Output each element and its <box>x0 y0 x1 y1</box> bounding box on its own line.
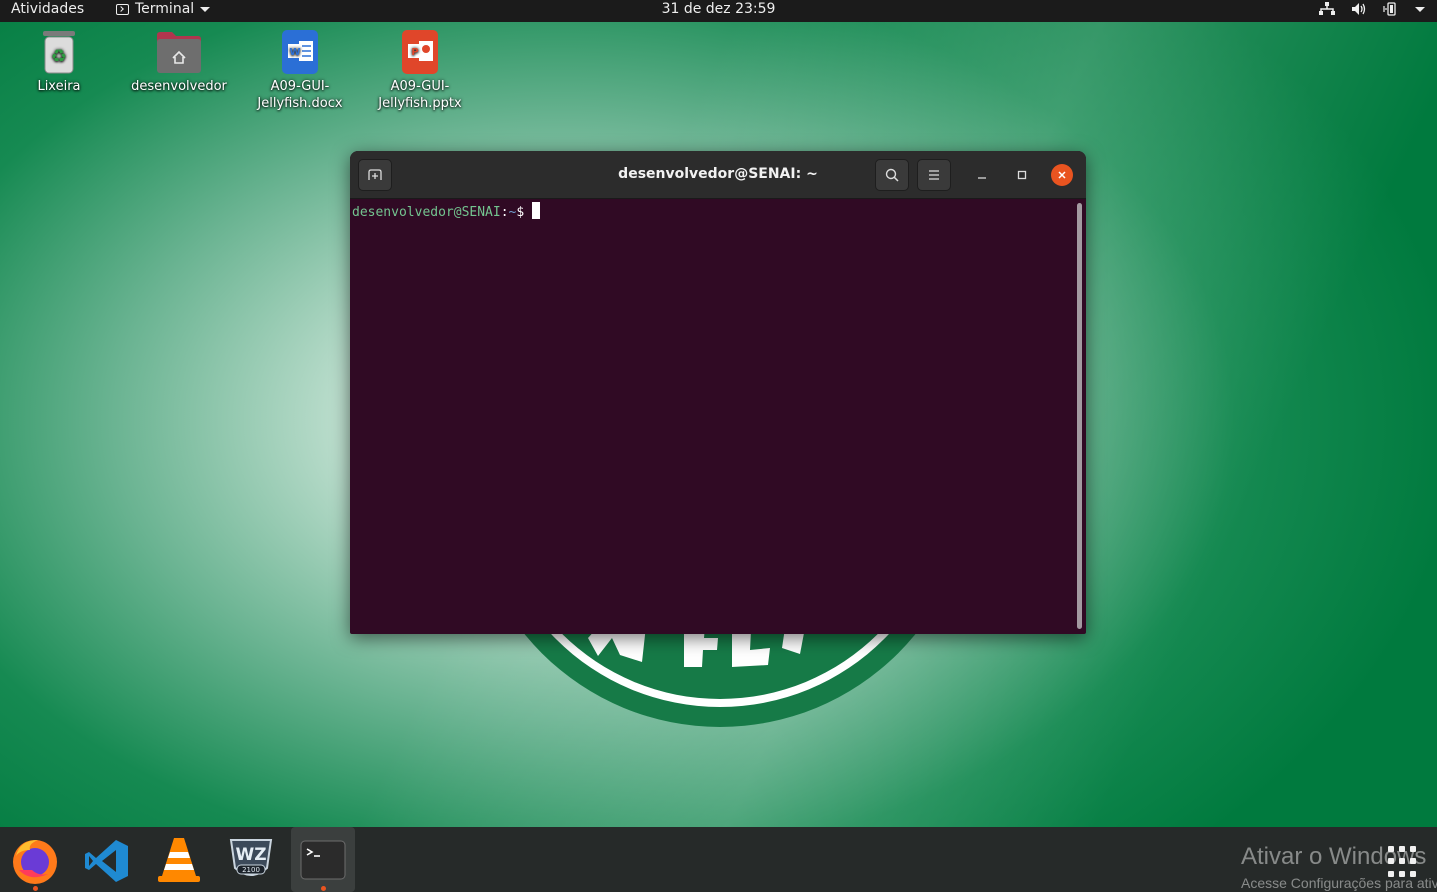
minimize-icon <box>978 177 986 179</box>
system-status-area[interactable] <box>1319 2 1425 16</box>
terminal-small-icon <box>116 3 129 15</box>
chevron-down-icon <box>200 6 211 12</box>
network-icon <box>1319 2 1335 15</box>
desktop-icon-pptx[interactable]: P A09-GUI- Jellyfish.pptx <box>368 29 472 112</box>
battery-icon <box>1383 2 1396 16</box>
dock-item-vlc[interactable] <box>147 827 211 892</box>
prompt-symbol: $ <box>516 205 525 220</box>
desktop-icon-docx[interactable]: W A09-GUI- Jellyfish.docx <box>248 29 352 112</box>
desktop-icon-label-line2: Jellyfish.pptx <box>378 96 462 111</box>
show-applications-icon[interactable] <box>1388 846 1420 878</box>
wz2100-icon: WZ 2100 <box>229 839 273 876</box>
clock-button[interactable]: 31 de dez 23:59 <box>662 1 776 17</box>
system-menu-caret-icon <box>1415 6 1425 12</box>
dock: WZ 2100 Ativar o Windows Acesse Configur… <box>0 827 1437 892</box>
powerpoint-document-icon: P <box>401 29 439 75</box>
activities-button[interactable]: Atividades <box>11 1 84 17</box>
shell-prompt: desenvolvedor@SENAI:~$ <box>352 202 541 220</box>
dock-item-terminal[interactable] <box>291 827 355 892</box>
home-folder-icon <box>156 31 202 75</box>
running-indicator <box>33 886 38 891</box>
menu-button[interactable] <box>917 159 951 191</box>
maximize-button[interactable] <box>1011 164 1033 186</box>
hamburger-menu-icon <box>929 170 939 180</box>
terminal-output-area[interactable]: desenvolvedor@SENAI:~$ <box>350 199 1086 634</box>
desktop-icon-label: Lixeira <box>37 79 81 94</box>
firefox-icon <box>13 840 57 884</box>
app-menu-button[interactable]: Terminal <box>116 1 211 17</box>
dock-item-firefox[interactable] <box>3 827 67 892</box>
prompt-separator: : <box>500 205 509 220</box>
terminal-headerbar[interactable]: desenvolvedor@SENAI: ~ <box>350 151 1086 199</box>
vlc-icon <box>158 838 200 882</box>
dock-item-warzone2100[interactable]: WZ 2100 <box>219 827 283 892</box>
minimize-button[interactable] <box>971 164 993 186</box>
svg-text:WZ: WZ <box>235 845 266 865</box>
svg-text:P: P <box>411 47 418 58</box>
desktop-icon-label-line1: A09-GUI- <box>390 79 450 94</box>
app-menu-label: Terminal <box>135 1 195 17</box>
svg-text:W: W <box>289 47 300 58</box>
desktop-icon-trash[interactable]: ♻ Lixeira <box>7 29 111 95</box>
desktop-icon-label-line1: A09-GUI- <box>270 79 330 94</box>
vscode-icon <box>85 840 128 882</box>
maximize-icon <box>1017 170 1027 180</box>
terminal-icon <box>300 840 346 880</box>
text-cursor <box>532 202 541 219</box>
running-indicator <box>321 886 326 891</box>
close-button[interactable] <box>1051 164 1073 186</box>
search-icon <box>885 168 899 182</box>
word-document-icon: W <box>281 29 319 75</box>
desktop-icon-label: desenvolvedor <box>131 79 227 94</box>
svg-text:♻: ♻ <box>51 46 67 67</box>
svg-text:2100: 2100 <box>242 866 260 874</box>
desktop-icon-label-line2: Jellyfish.docx <box>257 96 343 111</box>
desktop-icon-home-folder[interactable]: desenvolvedor <box>127 31 231 95</box>
trash-icon: ♻ <box>40 29 78 75</box>
close-icon <box>1058 171 1066 179</box>
volume-icon <box>1352 3 1366 15</box>
dock-item-vscode[interactable] <box>75 827 139 892</box>
prompt-user-host: desenvolvedor@SENAI <box>352 205 501 220</box>
terminal-window[interactable]: desenvolvedor@SENAI: ~ desenvolvedor@SEN… <box>350 151 1086 634</box>
terminal-scrollbar[interactable] <box>1077 203 1082 629</box>
top-bar: Atividades Terminal 31 de dez 23:59 <box>0 0 1437 22</box>
search-button[interactable] <box>875 159 909 191</box>
